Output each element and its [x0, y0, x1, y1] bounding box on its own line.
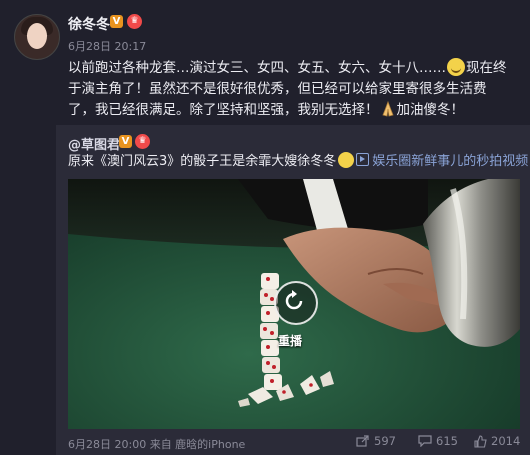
thinking-emoji-icon [338, 152, 355, 168]
post-time[interactable]: 6月28日 20:17 [68, 38, 146, 54]
replay-label[interactable]: 重播 [278, 332, 302, 349]
video-link-icon [356, 153, 370, 166]
verified-v-icon: V [110, 15, 123, 28]
share-count: 597 [374, 434, 396, 448]
comment-action[interactable]: 615 [418, 434, 458, 448]
author-name[interactable]: 徐冬冬 [68, 14, 110, 34]
video-link[interactable]: 娱乐圈新鲜事儿的秒拍视频 [372, 154, 528, 169]
like-count: 2014 [491, 434, 521, 448]
verified-v-icon: V [119, 135, 132, 148]
vip-crown-icon: ♛ [127, 14, 142, 29]
weibo-post: 徐冬冬 V ♛ 6月28日 20:17 以前跑过各种龙套…演过女三、女四、女五、… [0, 0, 530, 455]
repost-card: @草图君 V ♛ 原来《澳门风云3》的骰子王是余霏大嫂徐冬冬 娱乐圈新鲜事儿的秒拍… [56, 125, 530, 455]
grin-emoji-icon [447, 58, 465, 76]
vip-crown-icon: ♛ [135, 134, 150, 149]
repost-text: 原来《澳门风云3》的骰子王是余霏大嫂徐冬冬 娱乐圈新鲜事儿的秒拍视频 [68, 152, 528, 171]
pray-emoji-icon [381, 101, 394, 117]
share-icon [356, 435, 369, 447]
post-body: 以前跑过各种龙套…演过女三、女四、女五、女六、女十八…… 现在终于演主角了！虽然还… [68, 58, 508, 121]
avatar[interactable] [14, 14, 60, 60]
repost-body: 原来《澳门风云3》的骰子王是余霏大嫂徐冬冬 [68, 154, 337, 169]
share-action[interactable]: 597 [356, 434, 396, 448]
replay-icon [285, 290, 303, 310]
replay-button[interactable] [274, 281, 318, 325]
like-thumb-icon [474, 434, 487, 448]
repost-footer-time[interactable]: 6月28日 20:00 来自 鹿晗的iPhone [68, 436, 245, 452]
comment-icon [418, 435, 432, 447]
repost-author[interactable]: @草图君 [68, 134, 120, 153]
post-text-part1: 以前跑过各种龙套…演过女三、女四、女五、女六、女十八…… [68, 60, 446, 76]
like-action[interactable]: 2014 [474, 434, 520, 448]
video-player[interactable]: 重播 [68, 179, 520, 429]
post-text-part3: 加油傻冬！ [396, 102, 465, 118]
comment-count: 615 [436, 434, 458, 448]
